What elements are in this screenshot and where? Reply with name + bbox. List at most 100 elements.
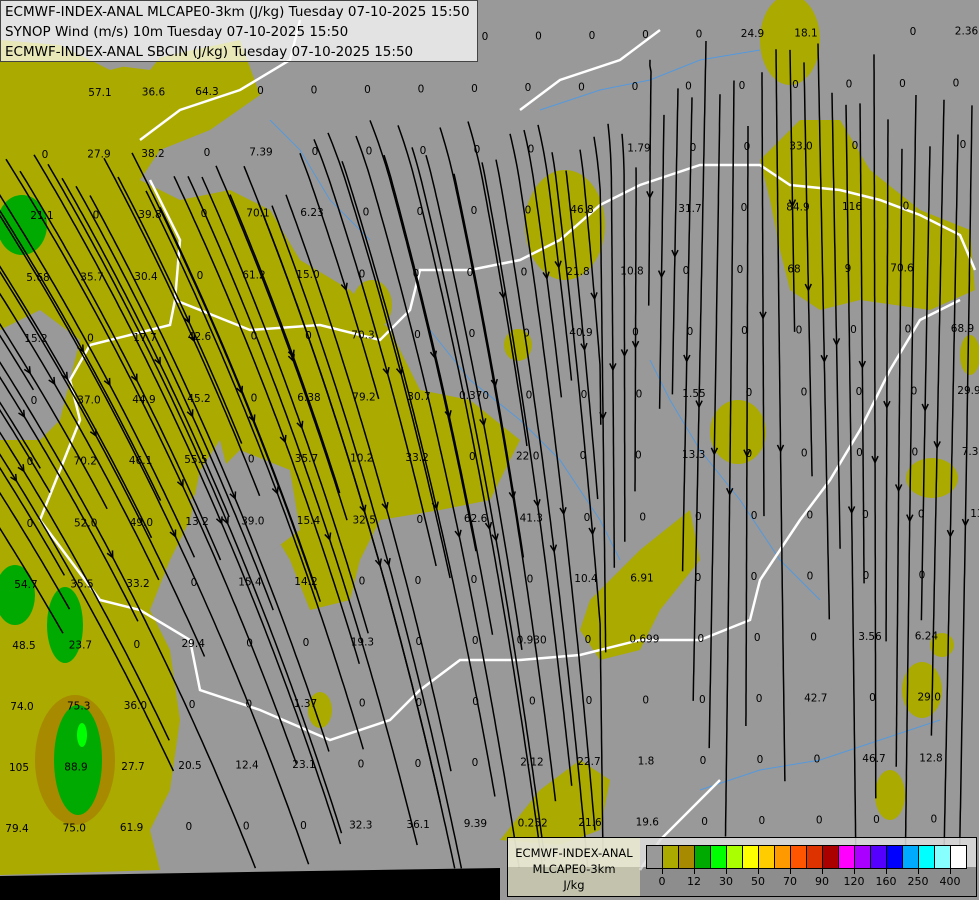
station-value: 27.7 xyxy=(121,761,144,773)
station-value: 0 xyxy=(525,205,532,217)
colorbar-tick xyxy=(726,868,727,874)
streamline xyxy=(658,114,665,409)
station-value: 0 xyxy=(251,393,258,405)
streamline xyxy=(692,40,707,701)
station-value: 0 xyxy=(846,79,853,91)
station-value: 0 xyxy=(201,208,208,220)
colorbar-swatch xyxy=(679,846,695,868)
station-value: 15.2 xyxy=(24,333,47,345)
station-value: 64.3 xyxy=(195,86,218,98)
station-value: 22.7 xyxy=(577,756,600,768)
colorbar-tick xyxy=(886,868,887,874)
station-value: 0 xyxy=(42,149,49,161)
station-value: 0 xyxy=(919,569,926,581)
station-value: 0 xyxy=(471,83,478,95)
station-value: 15.0 xyxy=(296,269,319,281)
station-value: 0 xyxy=(862,509,869,521)
station-value: 0 xyxy=(930,813,937,825)
station-value: 35.7 xyxy=(295,453,318,465)
colorbar-tick-label: 400 xyxy=(939,875,961,888)
cape-blob xyxy=(710,400,766,464)
station-value: 0 xyxy=(856,447,863,459)
station-value: 84.9 xyxy=(786,202,809,214)
station-value: 0 xyxy=(471,205,478,217)
station-value: 70.6 xyxy=(890,262,914,274)
station-value: 9 xyxy=(845,263,852,275)
station-value: 0 xyxy=(856,386,863,398)
station-value: 0 xyxy=(701,816,708,828)
station-value: 0 xyxy=(413,268,420,280)
station-value: 0 xyxy=(741,325,748,337)
station-value: 0 xyxy=(751,571,758,583)
station-value: 0 xyxy=(472,757,479,769)
station-value: 0 xyxy=(303,637,310,649)
colorbar-swatch xyxy=(839,846,855,868)
station-value: 0 xyxy=(700,755,707,767)
station-value: 74.0 xyxy=(10,701,33,713)
station-value: 75.0 xyxy=(63,822,86,834)
station-value: 0.252 xyxy=(518,818,548,830)
station-value: 33.2 xyxy=(405,452,428,464)
station-value: 30.4 xyxy=(134,271,158,283)
station-value: 0 xyxy=(471,574,478,586)
station-value: 68.9 xyxy=(951,323,974,335)
station-value: 42.6 xyxy=(188,331,212,343)
station-value: 0 xyxy=(586,695,593,707)
cape-blob xyxy=(352,280,392,330)
station-value: 0 xyxy=(899,78,906,90)
station-value: 0 xyxy=(87,332,94,344)
station-value: 0 xyxy=(632,81,639,93)
station-value: 0 xyxy=(642,694,649,706)
colorbar-tick-label: 120 xyxy=(843,875,865,888)
station-value: 61.9 xyxy=(120,822,143,834)
colorbar-tick-label: 12 xyxy=(687,875,701,888)
station-value: 20.5 xyxy=(178,760,201,772)
station-value: 0 xyxy=(685,80,692,92)
station-value: 0 xyxy=(636,388,643,400)
station-value: 0 xyxy=(415,758,422,770)
station-value: 32.3 xyxy=(349,819,372,831)
station-value: 0 xyxy=(305,330,312,342)
station-value: 10.2 xyxy=(350,452,373,464)
station-value: 0 xyxy=(311,85,318,97)
station-value: 36.0 xyxy=(124,700,147,712)
streamline xyxy=(607,123,616,568)
station-value: 2.12 xyxy=(520,757,543,769)
station-value: 0 xyxy=(683,265,690,277)
station-value: 13 xyxy=(970,508,979,520)
station-value: 0 xyxy=(905,323,912,335)
station-value: 0 xyxy=(415,636,422,648)
station-value: 6.91 xyxy=(630,572,653,584)
station-value: 68 xyxy=(787,264,800,276)
station-value: 0 xyxy=(191,577,198,589)
colorbar-swatch xyxy=(775,846,791,868)
station-value: 0 xyxy=(737,264,744,276)
station-value: 0 xyxy=(695,572,702,584)
station-value: 0 xyxy=(521,267,528,279)
streamline xyxy=(671,88,679,395)
station-value: 0.699 xyxy=(629,633,659,645)
station-value: 0 xyxy=(469,451,476,463)
station-value: 0 xyxy=(801,448,808,460)
legend-parameter: MLCAPE0-3km xyxy=(532,862,616,876)
station-value: 35.5 xyxy=(70,578,93,590)
station-value: 0 xyxy=(910,26,917,38)
map-title-box: ECMWF-INDEX-ANAL MLCAPE0-3km (J/kg) Tues… xyxy=(0,0,478,62)
station-value: 0 xyxy=(687,326,694,338)
station-value: 0 xyxy=(807,571,814,583)
station-value: 0 xyxy=(744,141,751,153)
station-value: 0 xyxy=(639,511,646,523)
station-value: 0 xyxy=(417,206,424,218)
station-value: 0 xyxy=(527,574,534,586)
colorbar-swatch xyxy=(807,846,823,868)
colorbar-swatch xyxy=(871,846,887,868)
station-value: 32.5 xyxy=(353,514,376,526)
legend-source: ECMWF-INDEX-ANAL xyxy=(515,846,633,860)
legend-unit: J/kg xyxy=(563,878,585,892)
station-value: 0 xyxy=(251,331,258,343)
station-value: 0.930 xyxy=(517,635,547,647)
station-value: 19.6 xyxy=(636,816,660,828)
colorbar-swatch xyxy=(919,846,935,868)
station-value: 0 xyxy=(757,754,764,766)
station-value: 0 xyxy=(580,450,587,462)
